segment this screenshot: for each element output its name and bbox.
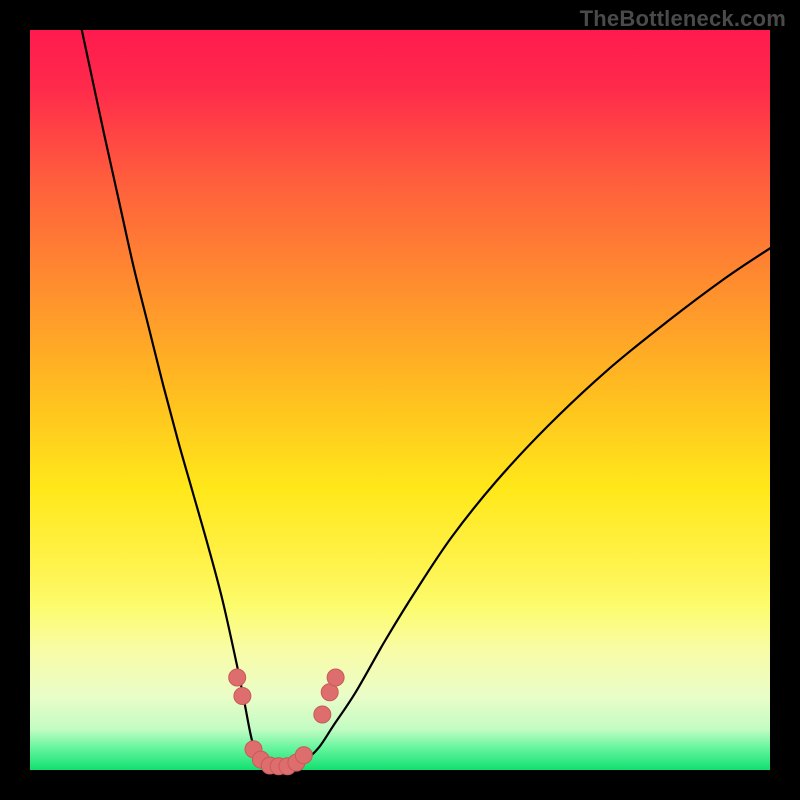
highlight-point [295,747,312,764]
highlight-point [234,688,251,705]
highlight-point [229,669,246,686]
highlight-point [327,669,344,686]
highlight-points-group [229,669,344,775]
plot-area [30,30,770,770]
points-layer [30,30,770,770]
highlight-point [314,706,331,723]
watermark-text: TheBottleneck.com [580,6,786,32]
chart-frame: TheBottleneck.com [0,0,800,800]
